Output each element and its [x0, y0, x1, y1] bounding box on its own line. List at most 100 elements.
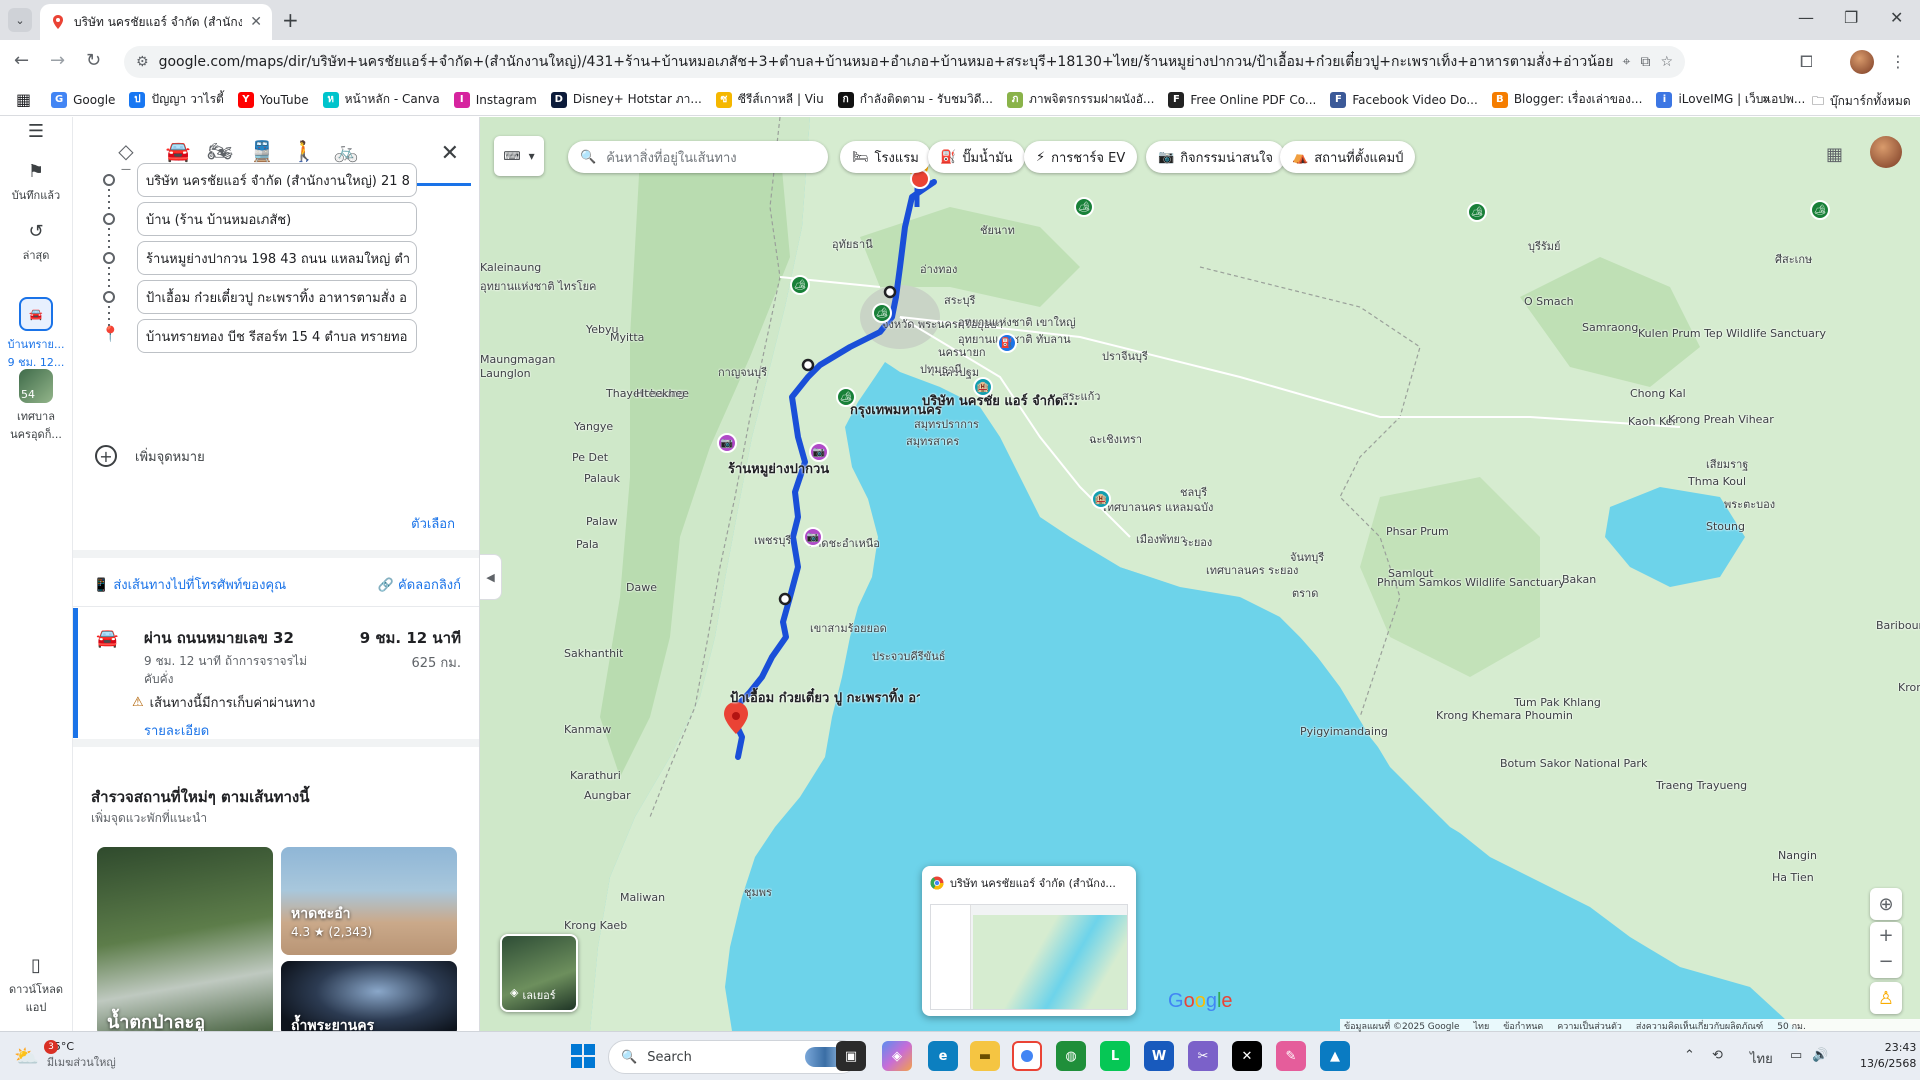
recent-route-item[interactable]: 🚘 บ้านทราย... 9 ชม. 12...	[0, 297, 72, 371]
system-clock[interactable]: 23:43 13/6/2568	[1860, 1040, 1916, 1072]
zoom-out-icon[interactable]: −	[1878, 950, 1893, 978]
network-icon[interactable]: ▭	[1790, 1048, 1802, 1063]
map-canvas[interactable]: ★ ชัยนาทอุทัยธานี บุรีรัมย์ศีสะเกษอ่างทอง…	[480, 117, 1920, 1031]
chip-ev-charging[interactable]: ⚡ การชาร์จ EV	[1024, 141, 1138, 173]
place-card-waterfall[interactable]: น้ำตกป่าละอู	[97, 847, 273, 1031]
bookmark-item[interactable]: กกำลังติดตาม - รับชมวิดี...	[837, 90, 993, 109]
street-view-pegman[interactable]: ♙	[1870, 982, 1902, 1014]
zoom-in-icon[interactable]: +	[1878, 922, 1893, 950]
bookmark-item[interactable]: G Google	[51, 90, 115, 109]
bookmark-item[interactable]: F Free Online PDF Co...	[1168, 90, 1316, 109]
bookmark-item[interactable]: หหน้าหลัก - Canva	[322, 90, 440, 109]
route-details-link[interactable]: รายละเอียด	[144, 720, 209, 741]
file-explorer-icon[interactable]: ▬	[970, 1041, 1000, 1071]
search-along-route[interactable]: 🔍 ค้นหาสิ่งที่อยู่ในเส้นทาง	[568, 141, 828, 173]
install-app-icon[interactable]: ⧉	[1640, 54, 1650, 70]
poi-marker[interactable]: 🏕	[872, 303, 892, 323]
word-icon[interactable]: W	[1144, 1041, 1174, 1071]
task-view-icon[interactable]: ▣	[836, 1041, 866, 1071]
address-bar[interactable]: ⚙ google.com/maps/dir/บริษัท+นครชัยแอร์+…	[124, 46, 1685, 78]
line-icon[interactable]: L	[1100, 1041, 1130, 1071]
route-option-card[interactable]: 🚘 ผ่าน ถนนหมายเลข 32 9 ชม. 12 นาที 625 ก…	[73, 608, 479, 741]
profile-avatar[interactable]	[1850, 50, 1874, 74]
language-indicator[interactable]: ไทย	[1750, 1048, 1773, 1069]
tab-search-button[interactable]: ⌄	[8, 8, 32, 32]
volume-icon[interactable]: 🔊	[1812, 1048, 1828, 1063]
poi-marker[interactable]: 🏨	[973, 377, 993, 397]
mode-cycling[interactable]: 🚲	[321, 139, 371, 164]
stop-marker-noodle-shop[interactable]	[778, 592, 792, 606]
taskbar-search[interactable]: 🔍 Search	[608, 1040, 858, 1074]
waypoint-input[interactable]: บ้าน (ร้าน บ้านหมอเภสัช)	[137, 202, 417, 236]
attribution-item[interactable]: ความเป็นส่วนตัว	[1557, 1019, 1622, 1032]
waypoint-input[interactable]: ป้าเอื้อม ก๋วยเตี๋ยวปู กะเพราทิ้ง อาหารต…	[137, 280, 417, 314]
minimize-icon[interactable]: —	[1798, 8, 1814, 27]
paint-app-icon[interactable]: ✎	[1276, 1041, 1306, 1071]
apps-grid-icon[interactable]: ▦	[16, 90, 31, 109]
poi-marker[interactable]: 📷	[717, 433, 737, 453]
chip-gas-station[interactable]: ⛽ ปั๊มน้ำมัน	[928, 141, 1025, 173]
poi-marker[interactable]: 🏕	[1467, 202, 1487, 222]
edge-icon[interactable]: e	[928, 1041, 958, 1071]
bookmark-star-icon[interactable]: ☆	[1660, 54, 1673, 70]
chip-hotel[interactable]: 🛏 โรงแรม	[840, 141, 931, 173]
bookmark-item[interactable]: ปปัญญา วาไรตี้	[129, 90, 224, 109]
waypoint-input[interactable]: บ้านทรายทอง บีช รีสอร์ท 15 4 ตำบล ทรายทอ	[137, 319, 417, 353]
waypoint-input[interactable]: บริษัท นครชัยแอร์ จำกัด (สำนักงานใหญ่) 2…	[137, 163, 417, 197]
attribution-item[interactable]: 50 กม.	[1777, 1019, 1806, 1032]
site-info-icon[interactable]: ⚙	[136, 54, 149, 70]
forward-icon[interactable]: →	[50, 50, 65, 71]
copy-link-button[interactable]: 🔗 คัดลอกลิงก์	[378, 574, 461, 595]
restore-icon[interactable]: ❐	[1844, 8, 1858, 27]
recent-button[interactable]: ↺ ล่าสุด	[0, 221, 72, 264]
tab-active[interactable]: บริษัท นครชัยแอร์ จำกัด (สำนักงานใ... ✕	[40, 4, 272, 40]
menu-dots-icon[interactable]: ⋮	[1890, 52, 1906, 71]
back-icon[interactable]: ←	[14, 50, 29, 71]
poi-marker[interactable]: ⛽	[997, 333, 1017, 353]
add-destination-button[interactable]: + เพิ่มจุดหมาย	[95, 445, 205, 467]
collapse-panel-button[interactable]: ◀	[480, 554, 502, 600]
poi-marker[interactable]: 🏕	[790, 275, 810, 295]
tray-chevron-icon[interactable]: ⌃	[1684, 1048, 1695, 1063]
poi-marker[interactable]: 📷	[809, 442, 829, 462]
keyboard-toggle[interactable]: ⌨ ▾	[494, 136, 544, 176]
copilot-icon[interactable]: ◈	[882, 1041, 912, 1071]
url-text[interactable]: google.com/maps/dir/บริษัท+นครชัยแอร์+จำ…	[159, 51, 1613, 73]
bookmark-item[interactable]: I Instagram	[453, 90, 537, 109]
poi-marker[interactable]: 🏕	[836, 387, 856, 407]
bookmark-item[interactable]: ซซีรีส์เกาหลี | Viu	[715, 90, 824, 109]
all-bookmarks-folder[interactable]: 🗀 บุ๊กมาร์กทั้งหมด	[1812, 92, 1911, 113]
close-window-icon[interactable]: ✕	[1890, 8, 1903, 27]
sync-icon[interactable]: ⟲	[1712, 1048, 1723, 1063]
attribution-item[interactable]: ส่งความคิดเห็นเกี่ยวกับผลิตภัณฑ์	[1636, 1019, 1763, 1032]
send-to-phone-link[interactable]: 📱 ส่งเส้นทางไปที่โทรศัพท์ของคุณ	[93, 574, 286, 595]
recent-place-item[interactable]: 54 เทศบาล นครอุดก็...	[0, 369, 72, 443]
saved-button[interactable]: ⚑ บันทึกแล้ว	[0, 161, 72, 204]
reload-icon[interactable]: ↻	[86, 50, 101, 71]
weather-widget[interactable]: ⛅ 3 25°C มีเมฆส่วนใหญ่	[14, 1040, 116, 1071]
google-apps-icon[interactable]: ▦	[1826, 144, 1843, 165]
download-app-button[interactable]: ▯ ดาวน์โหลด แอป	[0, 955, 72, 1016]
bookmark-item[interactable]: i iLoveIMG | เว็บแอปพ...	[1656, 90, 1805, 109]
chip-camera[interactable]: 📷 กิจกรรมน่าสนใจ	[1146, 141, 1286, 173]
windows-start-icon[interactable]	[571, 1044, 595, 1068]
capcut-icon[interactable]: ✕	[1232, 1041, 1262, 1071]
place-card-cave[interactable]: ถ้ำพระยานคร	[281, 961, 457, 1031]
bookmark-item[interactable]: Y YouTube	[237, 90, 309, 109]
location-icon[interactable]: ⌖	[1623, 54, 1631, 70]
waypoint-input[interactable]: ร้านหมูย่างปากวน 198 43 ถนน แหลมใหญ่ ตำ	[137, 241, 417, 275]
close-directions-icon[interactable]: ✕	[441, 141, 459, 166]
snipping-tool-icon[interactable]: ✂	[1188, 1041, 1218, 1071]
globe-app-icon[interactable]: ◍	[1056, 1041, 1086, 1071]
layers-button[interactable]: ◈ เลเยอร์	[500, 934, 578, 1012]
stop-marker-hq[interactable]	[883, 285, 897, 299]
my-location-button[interactable]: ⊕	[1870, 888, 1902, 920]
bookmark-item[interactable]: ภภาพจิตรกรรมฝาผนังอั...	[1006, 90, 1154, 109]
extensions-icon[interactable]: ⧠	[1800, 52, 1813, 72]
bookmark-item[interactable]: B Blogger: เรื่องเล่าของ...	[1491, 90, 1642, 109]
tab-close-icon[interactable]: ✕	[250, 14, 262, 30]
new-tab-button[interactable]: +	[282, 8, 299, 32]
stop-marker-pork-shop[interactable]	[801, 358, 815, 372]
menu-button[interactable]: ☰	[0, 121, 72, 146]
place-card-beach[interactable]: หาดชะอำ 4.3 ★ (2,343)	[281, 847, 457, 955]
